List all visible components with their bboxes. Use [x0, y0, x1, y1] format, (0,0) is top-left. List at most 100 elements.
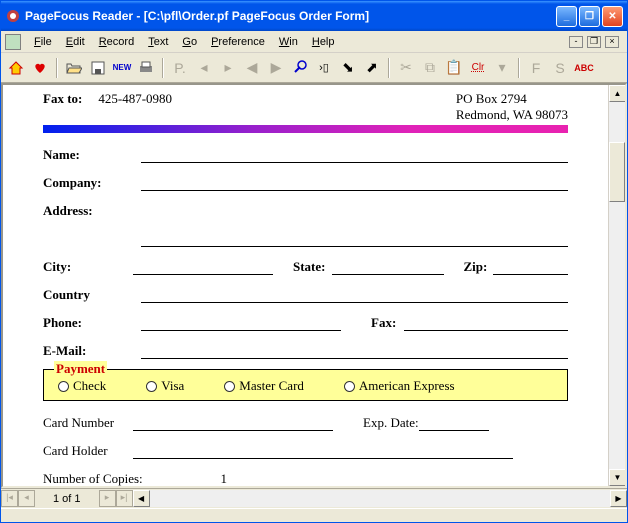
horizontal-scrollbar[interactable]: ◀ ▶ — [133, 490, 627, 507]
heart-icon[interactable] — [29, 57, 51, 79]
dropdown-icon[interactable]: ▾ — [491, 57, 513, 79]
menu-win[interactable]: Win — [272, 34, 305, 50]
minimize-button[interactable]: _ — [556, 6, 577, 27]
radio-check[interactable]: Check — [58, 378, 106, 394]
record-pager: |◂ ◂ 1 of 1 ▸ ▸| — [1, 489, 133, 508]
pager-last-button[interactable]: ▸| — [116, 490, 133, 507]
country-field[interactable] — [141, 287, 568, 303]
maximize-button[interactable]: ❐ — [579, 6, 600, 27]
scroll-down-icon[interactable]: ▼ — [609, 469, 626, 486]
mdi-minimize-button[interactable]: - — [569, 36, 583, 48]
copies-label: Number of Copies: — [43, 471, 163, 486]
pager-first-button[interactable]: |◂ — [1, 490, 18, 507]
pager-text: 1 of 1 — [35, 493, 99, 505]
zip-label: Zip: — [464, 259, 488, 275]
city-field[interactable] — [133, 259, 273, 275]
address-field[interactable] — [141, 231, 568, 247]
new-icon[interactable]: NEW — [111, 57, 133, 79]
phone-label: Phone: — [43, 315, 133, 331]
faxto-label: Fax to: — [43, 91, 82, 107]
phone-field[interactable] — [141, 315, 341, 331]
menu-record[interactable]: Record — [92, 34, 141, 50]
spellcheck-icon[interactable]: ABC — [573, 57, 595, 79]
company-field[interactable] — [141, 175, 568, 191]
arrow-out-icon[interactable]: ⬊ — [337, 57, 359, 79]
pager-next-button[interactable]: ▸ — [99, 490, 116, 507]
radio-icon — [146, 381, 157, 392]
email-label: E-Mail: — [43, 343, 133, 359]
name-field[interactable] — [141, 147, 568, 163]
menu-edit[interactable]: Edit — [59, 34, 92, 50]
zoom-icon[interactable] — [289, 57, 311, 79]
pager-prev-button[interactable]: ◂ — [18, 490, 35, 507]
radio-visa[interactable]: Visa — [146, 378, 184, 394]
scroll-right-icon[interactable]: ▶ — [610, 490, 627, 507]
menubar: File Edit Record Text Go Preference Win … — [1, 31, 627, 53]
address-label: Address: — [43, 203, 133, 219]
cardnumber-label: Card Number — [43, 415, 133, 431]
statusbar: |◂ ◂ 1 of 1 ▸ ▸| ◀ ▶ — [1, 488, 627, 508]
fax-label: Fax: — [371, 315, 396, 331]
radio-mastercard[interactable]: Master Card — [224, 378, 304, 394]
name-label: Name: — [43, 147, 133, 163]
menu-preference[interactable]: Preference — [204, 34, 272, 50]
pobox-text: PO Box 2794 — [456, 91, 568, 107]
f-button[interactable]: F — [525, 57, 547, 79]
menu-file[interactable]: File — [27, 34, 59, 50]
scroll-up-icon[interactable]: ▲ — [609, 85, 626, 102]
app-window: PageFocus Reader - [C:\pfl\Order.pf Page… — [0, 0, 628, 523]
zip-field[interactable] — [493, 259, 568, 275]
paste-icon[interactable]: 📋 — [443, 57, 465, 79]
clear-button[interactable]: Clr — [467, 57, 489, 79]
company-label: Company: — [43, 175, 133, 191]
paragraph-icon[interactable]: P. — [169, 57, 191, 79]
mdi-restore-button[interactable]: ❐ — [587, 36, 601, 48]
prev-small-icon[interactable]: ◂ — [193, 57, 215, 79]
menu-text[interactable]: Text — [141, 34, 175, 50]
gradient-divider — [43, 125, 568, 133]
next-small-icon[interactable]: ▸ — [217, 57, 239, 79]
insert-icon[interactable]: ›▯ — [313, 57, 335, 79]
scroll-thumb[interactable] — [609, 142, 625, 202]
payment-legend: Payment — [54, 361, 107, 377]
vertical-scrollbar[interactable]: ▲ ▼ — [608, 85, 625, 486]
document-viewport[interactable]: Fax to: 425-487-0980 PO Box 2794 Redmond… — [3, 85, 608, 486]
cardholder-label: Card Holder — [43, 443, 133, 459]
payment-group: Payment Check Visa Master Card American … — [43, 369, 568, 401]
window-title: PageFocus Reader - [C:\pfl\Order.pf Page… — [25, 9, 556, 23]
open-icon[interactable] — [63, 57, 85, 79]
cardnumber-field[interactable] — [133, 415, 333, 431]
home-icon[interactable] — [5, 57, 27, 79]
close-button[interactable]: ✕ — [602, 6, 623, 27]
s-button[interactable]: S — [549, 57, 571, 79]
radio-amex[interactable]: American Express — [344, 378, 455, 394]
print-icon[interactable] — [135, 57, 157, 79]
cut-icon[interactable]: ✂ — [395, 57, 417, 79]
menu-go[interactable]: Go — [175, 34, 204, 50]
scroll-left-icon[interactable]: ◀ — [133, 490, 150, 507]
copies-field[interactable]: 1 — [163, 471, 233, 486]
window-resize-area — [1, 508, 627, 522]
fax-number: 425-487-0980 — [98, 91, 172, 107]
country-label: Country — [43, 287, 133, 303]
mdi-controls: - ❐ × — [569, 36, 623, 48]
content-area: Fax to: 425-487-0980 PO Box 2794 Redmond… — [1, 83, 627, 488]
email-field[interactable] — [141, 343, 568, 359]
menu-help[interactable]: Help — [305, 34, 342, 50]
radio-icon — [344, 381, 355, 392]
state-label: State: — [293, 259, 326, 275]
arrow-in-icon[interactable]: ⬈ — [361, 57, 383, 79]
forward-icon[interactable]: ▶ — [265, 57, 287, 79]
state-field[interactable] — [332, 259, 444, 275]
back-icon[interactable]: ◀ — [241, 57, 263, 79]
radio-icon — [58, 381, 69, 392]
app-icon — [5, 8, 21, 24]
cardholder-field[interactable] — [133, 443, 513, 459]
fax-field[interactable] — [404, 315, 568, 331]
mdi-close-button[interactable]: × — [605, 36, 619, 48]
toolbar: NEW P. ◂ ▸ ◀ ▶ ›▯ ⬊ ⬈ ✂ ⧉ 📋 Clr ▾ F S AB… — [1, 53, 627, 83]
copy-icon[interactable]: ⧉ — [419, 57, 441, 79]
mdi-document-icon[interactable] — [5, 34, 21, 50]
save-icon[interactable] — [87, 57, 109, 79]
expdate-field[interactable] — [419, 415, 489, 431]
